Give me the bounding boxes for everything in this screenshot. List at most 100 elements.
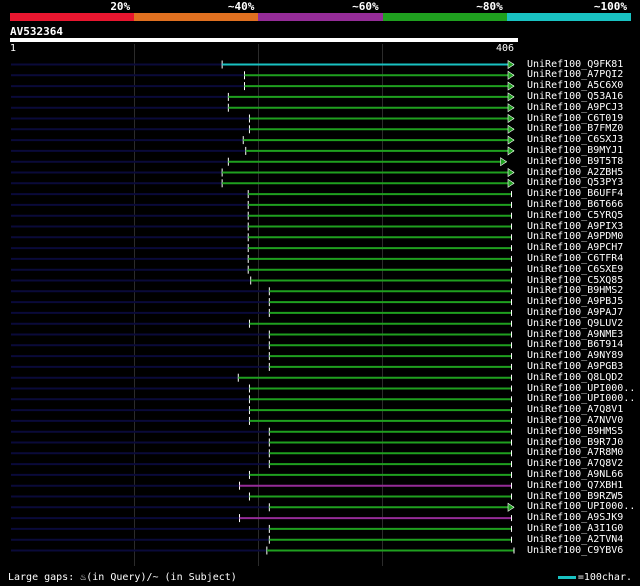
hit-row[interactable] bbox=[11, 190, 513, 199]
hit-name[interactable]: UniRef100_C9YBV6 bbox=[527, 545, 623, 556]
hit-name[interactable]: UniRef100_Q8LQD2 bbox=[527, 372, 623, 383]
hit-row[interactable] bbox=[11, 535, 513, 544]
hit-row[interactable] bbox=[11, 265, 513, 274]
hit-row[interactable] bbox=[11, 438, 513, 447]
hit-name[interactable]: UniRef100_C6SXE9 bbox=[527, 264, 623, 275]
hit-row[interactable] bbox=[11, 287, 513, 296]
hit-row[interactable] bbox=[11, 222, 513, 231]
hit-name[interactable]: UniRef100_B9MYJ1 bbox=[527, 145, 623, 156]
hit-name[interactable]: UniRef100_A9PCH7 bbox=[527, 242, 623, 253]
hit-name[interactable]: UniRef100_A9NL66 bbox=[527, 469, 623, 480]
hit-row[interactable] bbox=[11, 124, 515, 134]
hit-row[interactable] bbox=[11, 330, 513, 339]
hit-row[interactable] bbox=[11, 524, 513, 533]
hit-name[interactable]: UniRef100_A2TVN4 bbox=[527, 534, 623, 545]
hit-name[interactable]: UniRef100_B9HMS5 bbox=[527, 426, 623, 437]
identity-legend-bar bbox=[10, 13, 631, 21]
hit-row[interactable] bbox=[11, 546, 515, 555]
arrow-right-icon bbox=[507, 59, 515, 70]
hit-name[interactable]: UniRef100_A5C6X0 bbox=[527, 80, 623, 91]
hit-name[interactable]: UniRef100_B9T5T8 bbox=[527, 156, 623, 167]
hit-row[interactable] bbox=[11, 103, 515, 113]
hit-row[interactable] bbox=[11, 308, 513, 317]
hit-row[interactable] bbox=[11, 135, 515, 145]
hit-name[interactable]: UniRef100_A9NME3 bbox=[527, 329, 623, 340]
hit-row[interactable] bbox=[11, 211, 513, 220]
hit-name[interactable]: UniRef100_UPI000.. bbox=[527, 383, 635, 394]
hit-row[interactable] bbox=[11, 362, 513, 371]
hit-row[interactable] bbox=[11, 254, 513, 263]
hit-name[interactable]: UniRef100_A7R8M0 bbox=[527, 447, 623, 458]
hit-row[interactable] bbox=[11, 406, 513, 415]
hit-name[interactable]: UniRef100_A7PQI2 bbox=[527, 69, 623, 80]
hit-name[interactable]: UniRef100_Q9LUV2 bbox=[527, 318, 623, 329]
hit-row[interactable] bbox=[11, 449, 513, 458]
hit-row[interactable] bbox=[11, 81, 515, 91]
hit-name[interactable]: UniRef100_B6UFF4 bbox=[527, 188, 623, 199]
hit-row[interactable] bbox=[11, 200, 513, 209]
hit-name[interactable]: UniRef100_C6TFR4 bbox=[527, 253, 623, 264]
arrow-right-icon bbox=[507, 103, 515, 113]
hit-name[interactable]: UniRef100_A9PAJ7 bbox=[527, 307, 623, 318]
hit-row[interactable] bbox=[11, 384, 513, 393]
hit-row[interactable] bbox=[11, 460, 513, 469]
hit-row[interactable] bbox=[11, 70, 515, 80]
hit-row[interactable] bbox=[11, 470, 513, 479]
hit-row[interactable] bbox=[11, 59, 515, 70]
hit-name[interactable]: UniRef100_A9PBJ5 bbox=[527, 296, 623, 307]
hit-row[interactable] bbox=[11, 514, 513, 523]
hit-row[interactable] bbox=[11, 298, 513, 307]
hit-name[interactable]: UniRef100_C5YRQ5 bbox=[527, 210, 623, 221]
hit-name[interactable]: UniRef100_Q53A16 bbox=[527, 91, 623, 102]
hit-row[interactable] bbox=[11, 416, 513, 425]
hit-row[interactable] bbox=[11, 178, 515, 188]
hit-row[interactable] bbox=[11, 492, 513, 501]
hit-row[interactable] bbox=[11, 319, 513, 328]
hit-name[interactable]: UniRef100_A9PGB3 bbox=[527, 361, 623, 372]
hit-name[interactable]: UniRef100_A7NVV0 bbox=[527, 415, 623, 426]
hit-row[interactable] bbox=[11, 244, 513, 253]
hit-name[interactable]: UniRef100_A7Q8V2 bbox=[527, 458, 623, 469]
hit-row[interactable] bbox=[11, 502, 515, 512]
hit-name[interactable]: UniRef100_A9PCJ3 bbox=[527, 102, 623, 113]
hit-name[interactable]: UniRef100_B6T666 bbox=[527, 199, 623, 210]
hit-name[interactable]: UniRef100_B6T914 bbox=[527, 339, 623, 350]
legend-segment bbox=[382, 13, 507, 21]
hit-row[interactable] bbox=[11, 92, 515, 102]
hit-name[interactable]: UniRef100_C6T019 bbox=[527, 113, 623, 124]
hit-name[interactable]: UniRef100_UPI000.. bbox=[527, 501, 635, 512]
hit-row[interactable] bbox=[11, 352, 513, 361]
hit-row[interactable] bbox=[11, 113, 515, 124]
hit-name[interactable]: UniRef100_Q7XBH1 bbox=[527, 480, 623, 491]
hit-name[interactable]: UniRef100_A3I1G0 bbox=[527, 523, 623, 534]
hit-name[interactable]: UniRef100_A9PIX3 bbox=[527, 221, 623, 232]
hit-name[interactable]: UniRef100_A2ZBH5 bbox=[527, 167, 623, 178]
hit-row[interactable] bbox=[11, 276, 513, 285]
arrow-right-icon bbox=[500, 157, 508, 167]
hit-name[interactable]: UniRef100_Q9FK81 bbox=[527, 59, 623, 70]
hit-name[interactable]: UniRef100_B7FMZ0 bbox=[527, 123, 623, 134]
arrow-right-icon bbox=[507, 92, 515, 102]
hit-row[interactable] bbox=[11, 157, 508, 167]
hit-name[interactable]: UniRef100_Q53PY3 bbox=[527, 177, 623, 188]
hit-name[interactable]: UniRef100_C5XQ85 bbox=[527, 275, 623, 286]
hit-row[interactable] bbox=[11, 341, 513, 350]
hit-name[interactable]: UniRef100_A7Q8V1 bbox=[527, 404, 623, 415]
hit-row[interactable] bbox=[11, 146, 515, 156]
hit-row[interactable] bbox=[11, 167, 515, 178]
hit-name[interactable]: UniRef100_B9HMS2 bbox=[527, 285, 623, 296]
hit-row[interactable] bbox=[11, 373, 513, 382]
hit-name[interactable]: UniRef100_B9R7J0 bbox=[527, 437, 623, 448]
hit-name[interactable]: UniRef100_A9PDM0 bbox=[527, 231, 623, 242]
scale-legend: =100char. bbox=[557, 572, 632, 583]
hit-row[interactable] bbox=[11, 233, 513, 242]
hit-row[interactable] bbox=[11, 395, 513, 404]
hit-name[interactable]: UniRef100_C6SXJ3 bbox=[527, 134, 623, 145]
hit-name[interactable]: UniRef100_A9NY89 bbox=[527, 350, 623, 361]
hit-name[interactable]: UniRef100_B9RZW5 bbox=[527, 491, 623, 502]
hit-row[interactable] bbox=[11, 481, 513, 490]
legend-label: ~60% bbox=[352, 0, 379, 13]
hit-name[interactable]: UniRef100_A9SJK9 bbox=[527, 512, 623, 523]
hit-name[interactable]: UniRef100_UPI000.. bbox=[527, 393, 635, 404]
hit-row[interactable] bbox=[11, 427, 513, 436]
